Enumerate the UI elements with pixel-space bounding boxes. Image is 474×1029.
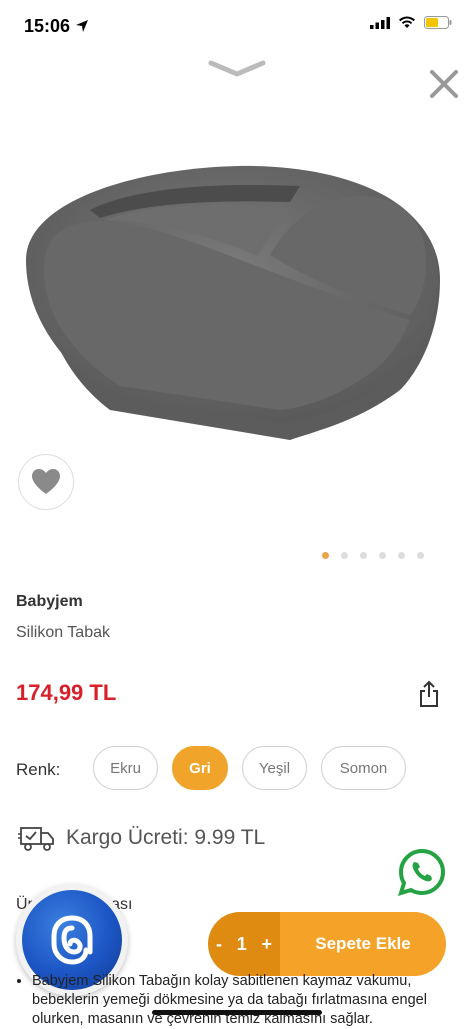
location-arrow-icon: [76, 20, 89, 32]
whatsapp-button[interactable]: [398, 848, 446, 896]
description-item: Babyjem Silikon Tabağın kolay sabitlenen…: [32, 972, 460, 1029]
color-option-label: Gri: [189, 759, 211, 777]
shipping-fee: Kargo Ücreti: 9.99 TL: [66, 826, 266, 849]
product-description: Babyjem Silikon Tabağın kolay sabitlenen…: [14, 972, 460, 1029]
close-icon: [430, 70, 458, 98]
quantity-stepper: - 1 +: [208, 912, 280, 976]
status-time: 15:06: [24, 16, 89, 37]
product-image: [0, 110, 474, 470]
favorite-button[interactable]: [18, 454, 74, 510]
color-option-label: Ekru: [110, 759, 141, 777]
truck-icon: [18, 824, 56, 859]
carousel-dot[interactable]: [379, 552, 386, 559]
whatsapp-icon: [398, 848, 445, 896]
wifi-icon: [399, 16, 415, 28]
color-label: Renk:: [16, 760, 61, 779]
product-brand[interactable]: Babyjem: [16, 593, 83, 611]
battery-icon: [424, 16, 452, 29]
color-option-yesil[interactable]: Yeşil: [242, 746, 307, 790]
color-option-gri[interactable]: Gri: [172, 746, 228, 790]
home-indicator[interactable]: [152, 1010, 322, 1015]
collapse-button[interactable]: [207, 58, 267, 85]
share-icon: [420, 680, 438, 707]
carousel-dot[interactable]: [398, 552, 405, 559]
product-name: Silikon Tabak: [16, 624, 110, 641]
carousel-dot[interactable]: [341, 552, 348, 559]
product-price: 174,99 TL: [16, 680, 117, 705]
color-option-somon[interactable]: Somon: [321, 746, 406, 790]
increase-quantity-button[interactable]: +: [261, 934, 272, 955]
color-option-label: Yeşil: [258, 759, 291, 777]
add-to-cart-button[interactable]: Sepete Ekle: [280, 912, 446, 976]
cart-bar: - 1 + Sepete Ekle: [208, 912, 446, 976]
color-option-label: Somon: [339, 759, 388, 777]
assistant-logo-icon: [51, 915, 93, 965]
close-button[interactable]: [426, 66, 462, 102]
quantity-value: 1: [236, 933, 247, 954]
decrease-quantity-button[interactable]: -: [216, 934, 222, 955]
share-button[interactable]: [416, 680, 442, 708]
carousel-dot[interactable]: [322, 552, 329, 559]
status-icons: [370, 16, 452, 29]
carousel-dot[interactable]: [417, 552, 424, 559]
carousel-dots[interactable]: [322, 552, 424, 559]
color-option-ekru[interactable]: Ekru: [93, 746, 158, 790]
chevron-down-icon: [208, 60, 266, 77]
plate-illustration: [26, 165, 440, 441]
heart-icon: [32, 469, 60, 494]
signal-icon: [370, 16, 390, 29]
carousel-dot[interactable]: [360, 552, 367, 559]
